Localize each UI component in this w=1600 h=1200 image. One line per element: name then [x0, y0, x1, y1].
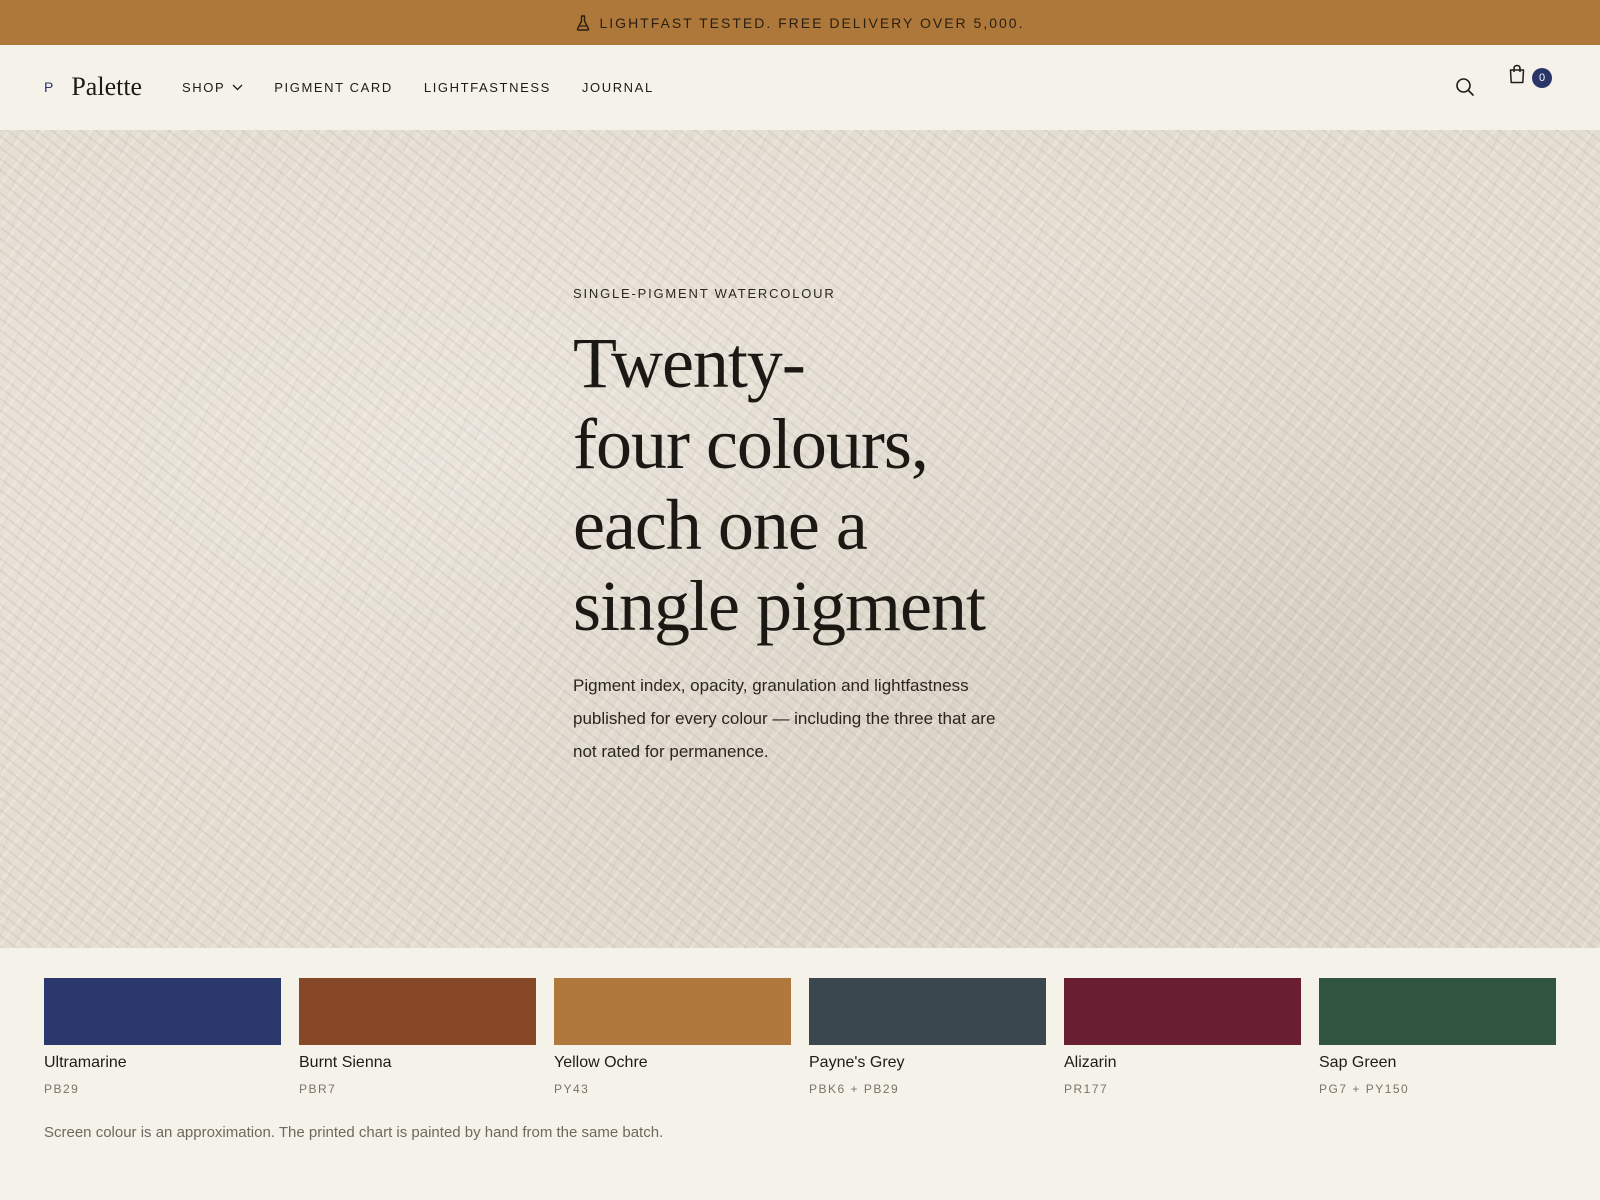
swatch-card[interactable]: Payne's Grey PBK6 + PB29 [809, 978, 1046, 1098]
nav-item-journal[interactable]: JOURNAL [582, 80, 654, 95]
headline-line: four colours, [573, 404, 929, 484]
main-nav: SHOP PIGMENT CARD LIGHTFASTNESS JOURNAL [182, 45, 685, 130]
swatch-chip [44, 978, 281, 1045]
swatch-name: Payne's Grey [809, 1054, 905, 1071]
cart-count-badge: 0 [1532, 68, 1552, 88]
swatch-name: Burnt Sienna [299, 1054, 392, 1071]
hero-section: SINGLE-PIGMENT WATERCOLOUR Twenty- four … [0, 130, 1600, 948]
nav-item-pigment-card[interactable]: PIGMENT CARD [274, 80, 393, 95]
swatch-name: Yellow Ochre [554, 1054, 648, 1071]
swatch-chip [809, 978, 1046, 1045]
announcement-bar: LIGHTFAST TESTED. FREE DELIVERY OVER 5,0… [0, 0, 1600, 45]
chevron-down-icon [232, 84, 243, 91]
swatch-card[interactable]: Sap Green PG7 + PY150 [1319, 978, 1556, 1098]
swatch-name: Ultramarine [44, 1054, 127, 1071]
swatch-chip [554, 978, 791, 1045]
swatch-card[interactable]: Burnt Sienna PBR7 [299, 978, 536, 1098]
swatch-chip [299, 978, 536, 1045]
announcement-text: LIGHTFAST TESTED. FREE DELIVERY OVER 5,0… [599, 14, 1025, 31]
search-icon [1456, 78, 1474, 96]
flask-icon [576, 14, 589, 31]
cart-button[interactable]: 0 [1508, 64, 1556, 96]
nav-item-label: PIGMENT CARD [274, 80, 393, 95]
swatch-pigment-code: PY43 [554, 1082, 590, 1096]
nav-item-lightfastness[interactable]: LIGHTFASTNESS [424, 80, 551, 95]
nav-item-shop[interactable]: SHOP [182, 80, 243, 95]
hero-subtext: Pigment index, opacity, granulation and … [573, 676, 996, 761]
swatch-pigment-code: PBK6 + PB29 [809, 1082, 900, 1096]
swatch-pigment-code: PB29 [44, 1082, 80, 1096]
nav-item-label: LIGHTFASTNESS [423, 80, 551, 95]
swatch-card[interactable]: Ultramarine PB29 [44, 978, 281, 1098]
swatch-pigment-code: PG7 + PY150 [1319, 1082, 1410, 1096]
swatch-card[interactable]: Alizarin PR177 [1064, 978, 1301, 1098]
logo-mark: P [44, 79, 54, 95]
logo-name: Palette [71, 72, 143, 101]
swatch-row: Ultramarine PB29 Burnt Sienna PBR7 Yello… [44, 978, 1556, 1098]
nav-item-label: JOURNAL [581, 80, 654, 95]
hero-content: SINGLE-PIGMENT WATERCOLOUR Twenty- four … [573, 286, 1043, 768]
nav-item-label: SHOP [182, 80, 226, 95]
headline-line: each one a [573, 485, 868, 565]
search-button[interactable] [1454, 76, 1476, 98]
swatch-name: Alizarin [1064, 1054, 1117, 1071]
swatch-chip [1064, 978, 1301, 1045]
swatch-pigment-code: PR177 [1064, 1082, 1109, 1096]
colour-disclaimer: Screen colour is an approximation. The p… [44, 1124, 664, 1141]
site-header: P Palette SHOP PIGMENT CARD LIGHTFASTNES… [0, 45, 1600, 130]
swatch-pigment-code: PBR7 [299, 1082, 337, 1096]
headline-line: single pigment [573, 566, 986, 646]
swatch-card[interactable]: Yellow Ochre PY43 [554, 978, 791, 1098]
logo-link[interactable]: P Palette [44, 67, 142, 107]
hero-eyebrow: SINGLE-PIGMENT WATERCOLOUR [573, 286, 836, 301]
hero-headline: Twenty- four colours, each one a single … [573, 323, 1043, 647]
swatch-name: Sap Green [1319, 1054, 1397, 1071]
shopping-bag-icon [1509, 64, 1525, 84]
swatch-chip [1319, 978, 1556, 1045]
headline-line: Twenty- [573, 323, 806, 403]
